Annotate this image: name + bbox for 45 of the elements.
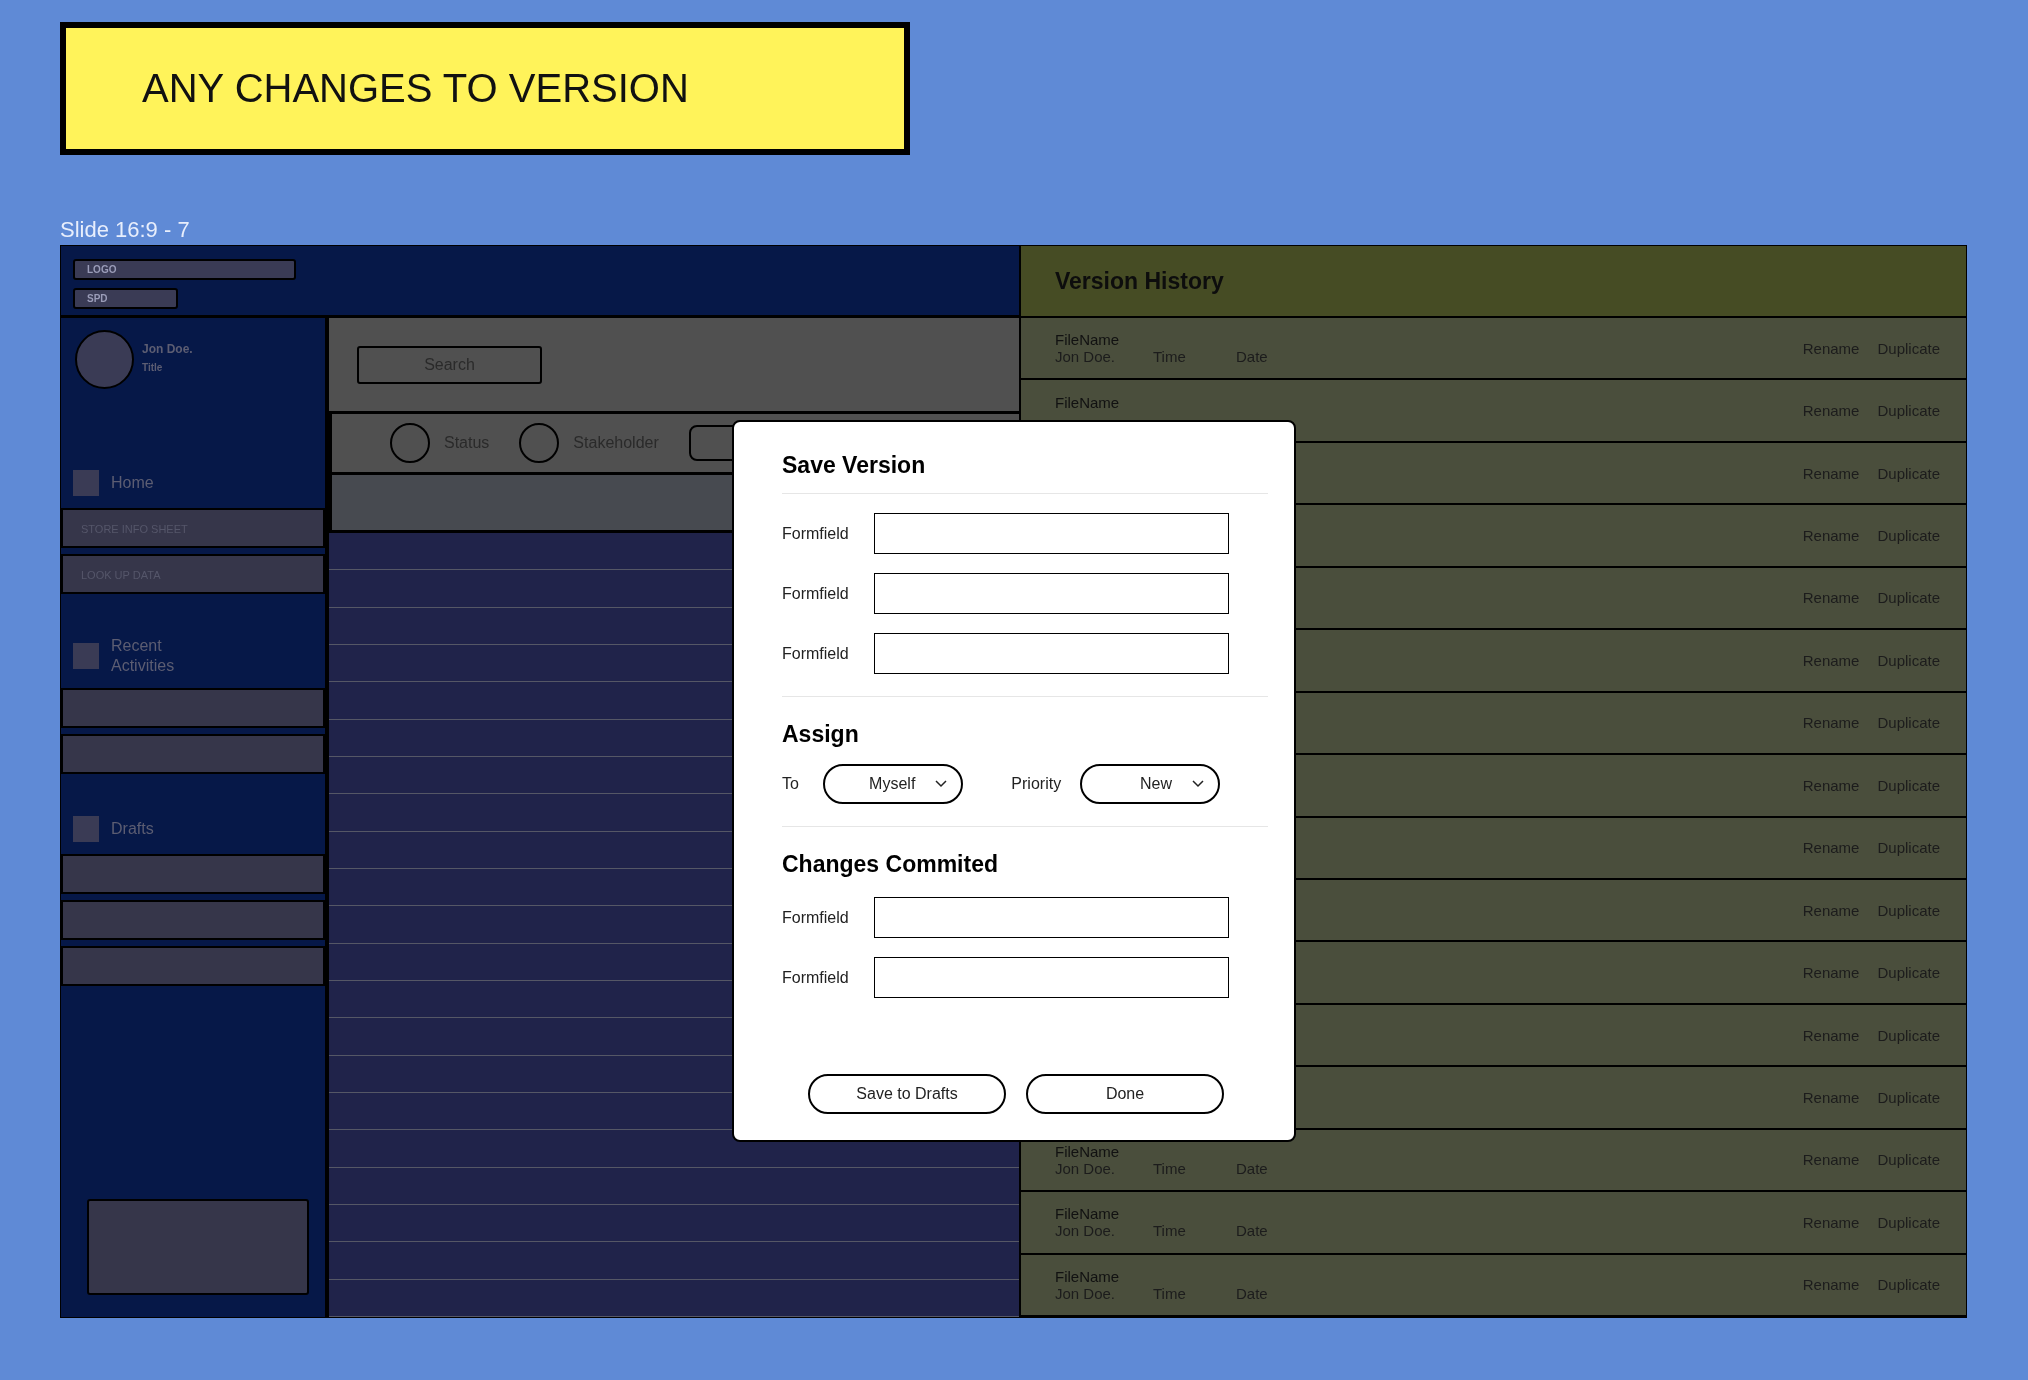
logo-text: LOGO	[87, 264, 117, 275]
field-label: Formfield	[782, 968, 850, 987]
sidebar-item[interactable]	[61, 900, 325, 940]
section-title: Assign	[782, 721, 860, 748]
user-name: Jon Doe.	[142, 342, 193, 356]
dropdown[interactable]: New	[1079, 764, 1220, 804]
file-name: FileName	[1055, 393, 1120, 411]
input-field[interactable]	[874, 957, 1229, 998]
subtitle-text: SPD	[87, 293, 108, 304]
input-field[interactable]	[874, 573, 1229, 614]
field-label: To	[782, 775, 800, 793]
user-title: Title	[142, 362, 164, 373]
dialog-button[interactable]: Done	[1026, 1074, 1224, 1114]
dialog-button[interactable]: Save to Drafts	[808, 1074, 1006, 1114]
radio-button[interactable]	[519, 423, 560, 463]
file-name: FileName	[1055, 1267, 1121, 1285]
sidebar-item[interactable]	[61, 734, 325, 774]
file-name: FileName	[1055, 1142, 1121, 1160]
frame-label: Slide 16:9 - 7	[60, 217, 191, 244]
field-label: Formfield	[782, 908, 850, 927]
sidebar-item[interactable]	[61, 946, 325, 986]
input-field[interactable]	[874, 513, 1229, 554]
banner-text: ANY CHANGES TO VERSION	[142, 66, 689, 111]
sidebar-section[interactable]: Recent Activities	[111, 636, 221, 676]
dropdown[interactable]: Myself	[823, 764, 964, 804]
field-label: Formfield	[782, 584, 850, 603]
field-label: Formfield	[782, 644, 850, 663]
input-field[interactable]	[874, 633, 1229, 674]
chevron-down-icon	[1192, 780, 1204, 788]
section-icon	[73, 643, 99, 669]
section-icon	[73, 470, 99, 496]
sidebar-section[interactable]: Home	[111, 473, 221, 493]
input-field[interactable]	[874, 897, 1229, 938]
sidebar-section[interactable]: Drafts	[111, 819, 221, 839]
file-name: FileName	[1055, 331, 1121, 349]
dialog-title: Save Version	[782, 452, 1268, 494]
section-title: Changes Commited	[782, 851, 999, 878]
section-icon	[73, 816, 99, 842]
panel-title: Version History	[1055, 267, 1224, 295]
chevron-down-icon	[935, 780, 948, 788]
field-label: Formfield	[782, 524, 850, 543]
radio-button[interactable]	[390, 423, 430, 463]
sidebar-item[interactable]	[61, 688, 325, 728]
file-name: FileName	[1055, 1205, 1121, 1223]
sidebar-item[interactable]	[61, 854, 325, 894]
